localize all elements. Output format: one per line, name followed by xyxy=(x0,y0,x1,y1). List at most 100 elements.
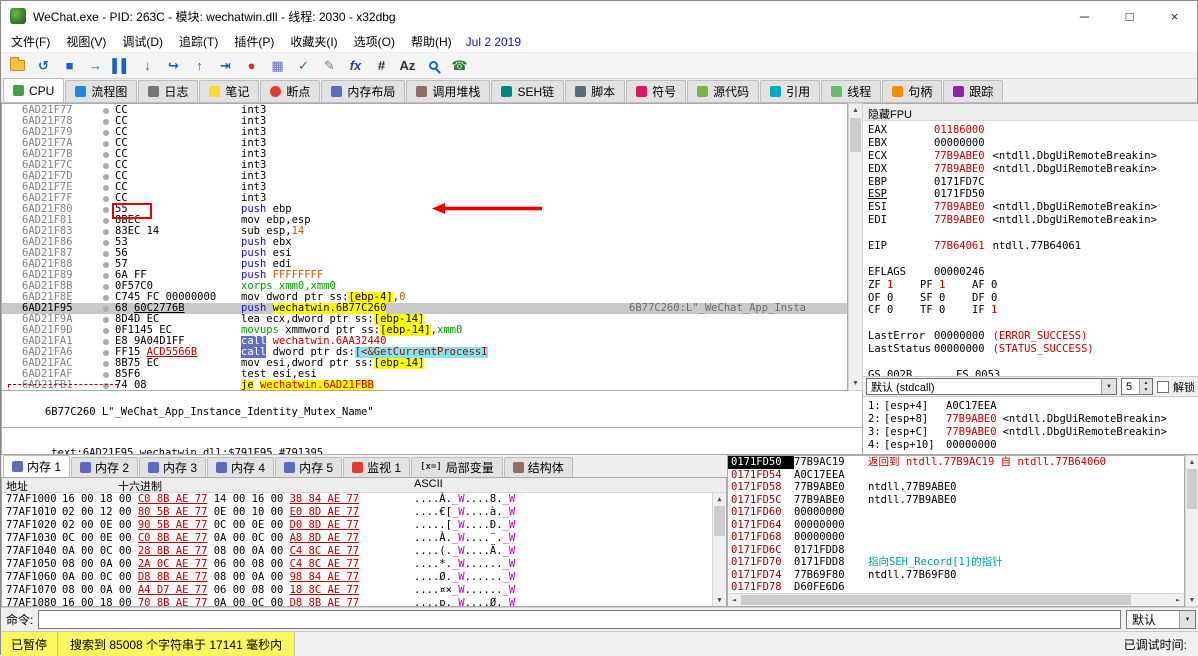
disassembly-scrollbar[interactable]: ▲ ▼ xyxy=(848,103,863,391)
scroll-down-icon[interactable]: ▼ xyxy=(849,377,862,390)
dump-row[interactable]: 77AF1070 08 00 0A 00 A4 D7 AE 77 06 00 08… xyxy=(2,584,726,597)
breakpoint-dot[interactable] xyxy=(98,270,115,281)
tab-监视 1[interactable]: 监视 1 xyxy=(343,457,411,477)
disasm-row[interactable]: 6AD21F77 CC int3 xyxy=(2,105,847,116)
scroll-left-icon[interactable]: ◄ xyxy=(728,594,740,606)
step-into-icon[interactable]: ↓ xyxy=(135,55,160,77)
spin-down-icon[interactable]: ▼ xyxy=(1139,386,1152,394)
tab-内存 1[interactable]: 内存 1 xyxy=(3,455,71,477)
maximize-button[interactable]: □ xyxy=(1107,1,1152,31)
breakpoint-dot[interactable] xyxy=(98,105,115,116)
dump-row[interactable]: 77AF1000 16 00 18 00 C0 8B AE 77 14 00 16… xyxy=(2,493,726,506)
register-value[interactable]: 77B9ABE0 xyxy=(934,201,985,213)
stack-row[interactable]: 0171FD6C 0171FDD8 xyxy=(728,544,1184,557)
stack-argument-row[interactable]: 1: [esp+4] A0C17EEA xyxy=(868,400,1193,413)
register-row[interactable]: EAX 01186000 xyxy=(868,124,1193,137)
tab-跟踪[interactable]: 跟踪 xyxy=(943,80,1004,102)
tab-源代码[interactable]: 源代码 xyxy=(687,80,760,102)
disasm-row[interactable]: 6AD21F86 53 push ebx xyxy=(2,237,847,248)
dump-row[interactable]: 77AF1060 0A 00 0C 00 D8 8B AE 77 08 00 0A… xyxy=(2,571,726,584)
disasm-row[interactable]: 6AD21F79 CC int3 xyxy=(2,127,847,138)
flag-CF[interactable]: CF 0 xyxy=(868,304,920,317)
stack-row[interactable]: 0171FD68 00000000 xyxy=(728,531,1184,544)
register-value[interactable]: 00000000 xyxy=(934,330,985,342)
menu-item-选项O[interactable]: 选项(O) xyxy=(346,33,403,51)
tab-SEH链[interactable]: SEH链 xyxy=(491,80,565,102)
stack-row[interactable]: 0171FD60 00000000 xyxy=(728,506,1184,519)
breakpoint-dot[interactable] xyxy=(98,127,115,138)
scroll-down-icon[interactable]: ▼ xyxy=(1186,594,1198,606)
open-file-icon[interactable] xyxy=(5,55,30,77)
tab-线程[interactable]: 线程 xyxy=(821,80,882,102)
register-row[interactable]: LastError 00000000 (ERROR_SUCCESS) xyxy=(868,330,1193,343)
step-over-icon[interactable]: ↪ xyxy=(161,55,186,77)
scrollbar-thumb[interactable] xyxy=(1187,469,1197,509)
dump-row[interactable]: 77AF1040 0A 00 0C 00 28 8B AE 77 08 00 0A… xyxy=(2,545,726,558)
stack-row[interactable]: 0171FD5C 77B9ABE0 ntdll.77B9ABE0 xyxy=(728,494,1184,507)
argument-count-stepper[interactable]: 5 ▲ ▼ xyxy=(1121,378,1153,395)
breakpoint-dot[interactable] xyxy=(98,259,115,270)
scroll-down-icon[interactable]: ▼ xyxy=(713,594,726,606)
breakpoint-dot[interactable] xyxy=(98,149,115,160)
tab-句柄[interactable]: 句柄 xyxy=(882,80,943,102)
tab-调用堆栈[interactable]: 调用堆栈 xyxy=(406,80,491,102)
flag-DF[interactable]: DF 0 xyxy=(972,292,1024,305)
register-value[interactable]: 77B64061 xyxy=(934,240,985,252)
register-row[interactable]: ECX 77B9ABE0 <ntdll.DbgUiRemoteBreakin> xyxy=(868,150,1193,163)
tab-局部变量[interactable]: [x=] 局部变量 xyxy=(411,457,503,477)
scroll-up-icon[interactable]: ▲ xyxy=(713,493,726,505)
breakpoint-dot[interactable] xyxy=(98,237,115,248)
stack-row[interactable]: 0171FD70 0171FDD8 指向SEH_Record[1]的指针 xyxy=(728,556,1184,569)
tab-内存布局[interactable]: 内存布局 xyxy=(321,80,406,102)
hash-icon[interactable]: # xyxy=(369,55,394,77)
menu-item-收藏夹I[interactable]: 收藏夹(I) xyxy=(282,33,345,51)
flag-ZF[interactable]: ZF 1 xyxy=(868,279,920,292)
tab-内存 3[interactable]: 内存 3 xyxy=(139,457,207,477)
run-to-user-code-icon[interactable]: ⇥ xyxy=(213,55,238,77)
stop-icon[interactable]: ■ xyxy=(57,55,82,77)
register-row[interactable]: ESI 77B9ABE0 <ntdll.DbgUiRemoteBreakin> xyxy=(868,201,1193,214)
disasm-row[interactable]: 6AD21F78 CC int3 xyxy=(2,116,847,127)
register-value[interactable]: 0171FD7C xyxy=(934,176,985,188)
dump-row[interactable]: 77AF1020 02 00 0E 00 90 5B AE 77 0C 00 0E… xyxy=(2,519,726,532)
dump-row[interactable]: 77AF1010 02 00 12 00 80 5B AE 77 0E 00 10… xyxy=(2,506,726,519)
tab-引用[interactable]: 引用 xyxy=(760,80,821,102)
flag-IF[interactable]: IF 1 xyxy=(972,304,1024,317)
scroll-up-icon[interactable]: ▲ xyxy=(849,104,862,117)
flag-OF[interactable]: OF 0 xyxy=(868,292,920,305)
handles-phone-icon[interactable]: ☎ xyxy=(447,55,472,77)
breakpoint-dot[interactable] xyxy=(98,281,115,292)
execute-till-return-icon[interactable]: ↑ xyxy=(187,55,212,77)
register-row[interactable]: EBP 0171FD7C xyxy=(868,176,1193,189)
register-row[interactable]: EFLAGS 00000246 xyxy=(868,266,1193,279)
flag-SF[interactable]: SF 0 xyxy=(920,292,972,305)
dump-scrollbar[interactable]: ▲ ▼ xyxy=(712,493,726,606)
disasm-row[interactable]: 6AD21F83 83EC 14 sub esp,14 xyxy=(2,226,847,237)
strings-az-icon[interactable]: Az xyxy=(395,55,420,77)
register-value[interactable]: 77B9ABE0 xyxy=(934,214,985,226)
stack-argument-row[interactable]: 3: [esp+C] 77B9ABE0 <ntdll.DbgUiRemoteBreak… xyxy=(868,426,1193,439)
scrollbar-thumb[interactable] xyxy=(741,595,1131,605)
register-value[interactable]: 77B9ABE0 xyxy=(934,150,985,162)
patches-icon[interactable]: ✓ xyxy=(291,55,316,77)
breakpoint-dot[interactable] xyxy=(98,325,115,336)
search-icon[interactable] xyxy=(421,55,446,77)
breakpoint-dot[interactable] xyxy=(98,226,115,237)
stack-row[interactable]: 0171FD64 00000000 xyxy=(728,519,1184,532)
stack-row[interactable]: 0171FD54 A0C17EEA xyxy=(728,469,1184,482)
chevron-down-icon[interactable]: ▼ xyxy=(1101,379,1116,394)
unlock-checkbox[interactable] xyxy=(1157,380,1169,393)
disasm-row[interactable]: 6AD21F7E CC int3 xyxy=(2,182,847,193)
scroll-up-icon[interactable]: ▲ xyxy=(1186,456,1198,468)
disasm-row[interactable]: 6AD21F7B CC int3 xyxy=(2,149,847,160)
scrollbar-thumb[interactable] xyxy=(850,118,861,152)
menu-item-插件P[interactable]: 插件(P) xyxy=(226,33,282,51)
breakpoint-dot[interactable] xyxy=(98,248,115,259)
stack-row[interactable]: 0171FD74 77B69F80 ntdll.77B69F80 xyxy=(728,569,1184,582)
register-row[interactable]: EDI 77B9ABE0 <ntdll.DbgUiRemoteBreakin> xyxy=(868,214,1193,227)
register-row[interactable]: EDX 77B9ABE0 <ntdll.DbgUiRemoteBreakin> xyxy=(868,163,1193,176)
pause-icon[interactable]: ▌▌ xyxy=(109,55,134,77)
breakpoint-dot[interactable] xyxy=(98,358,115,369)
disasm-row[interactable]: 6AD21F7C CC int3 xyxy=(2,160,847,171)
breakpoint-dot[interactable] xyxy=(98,369,115,380)
